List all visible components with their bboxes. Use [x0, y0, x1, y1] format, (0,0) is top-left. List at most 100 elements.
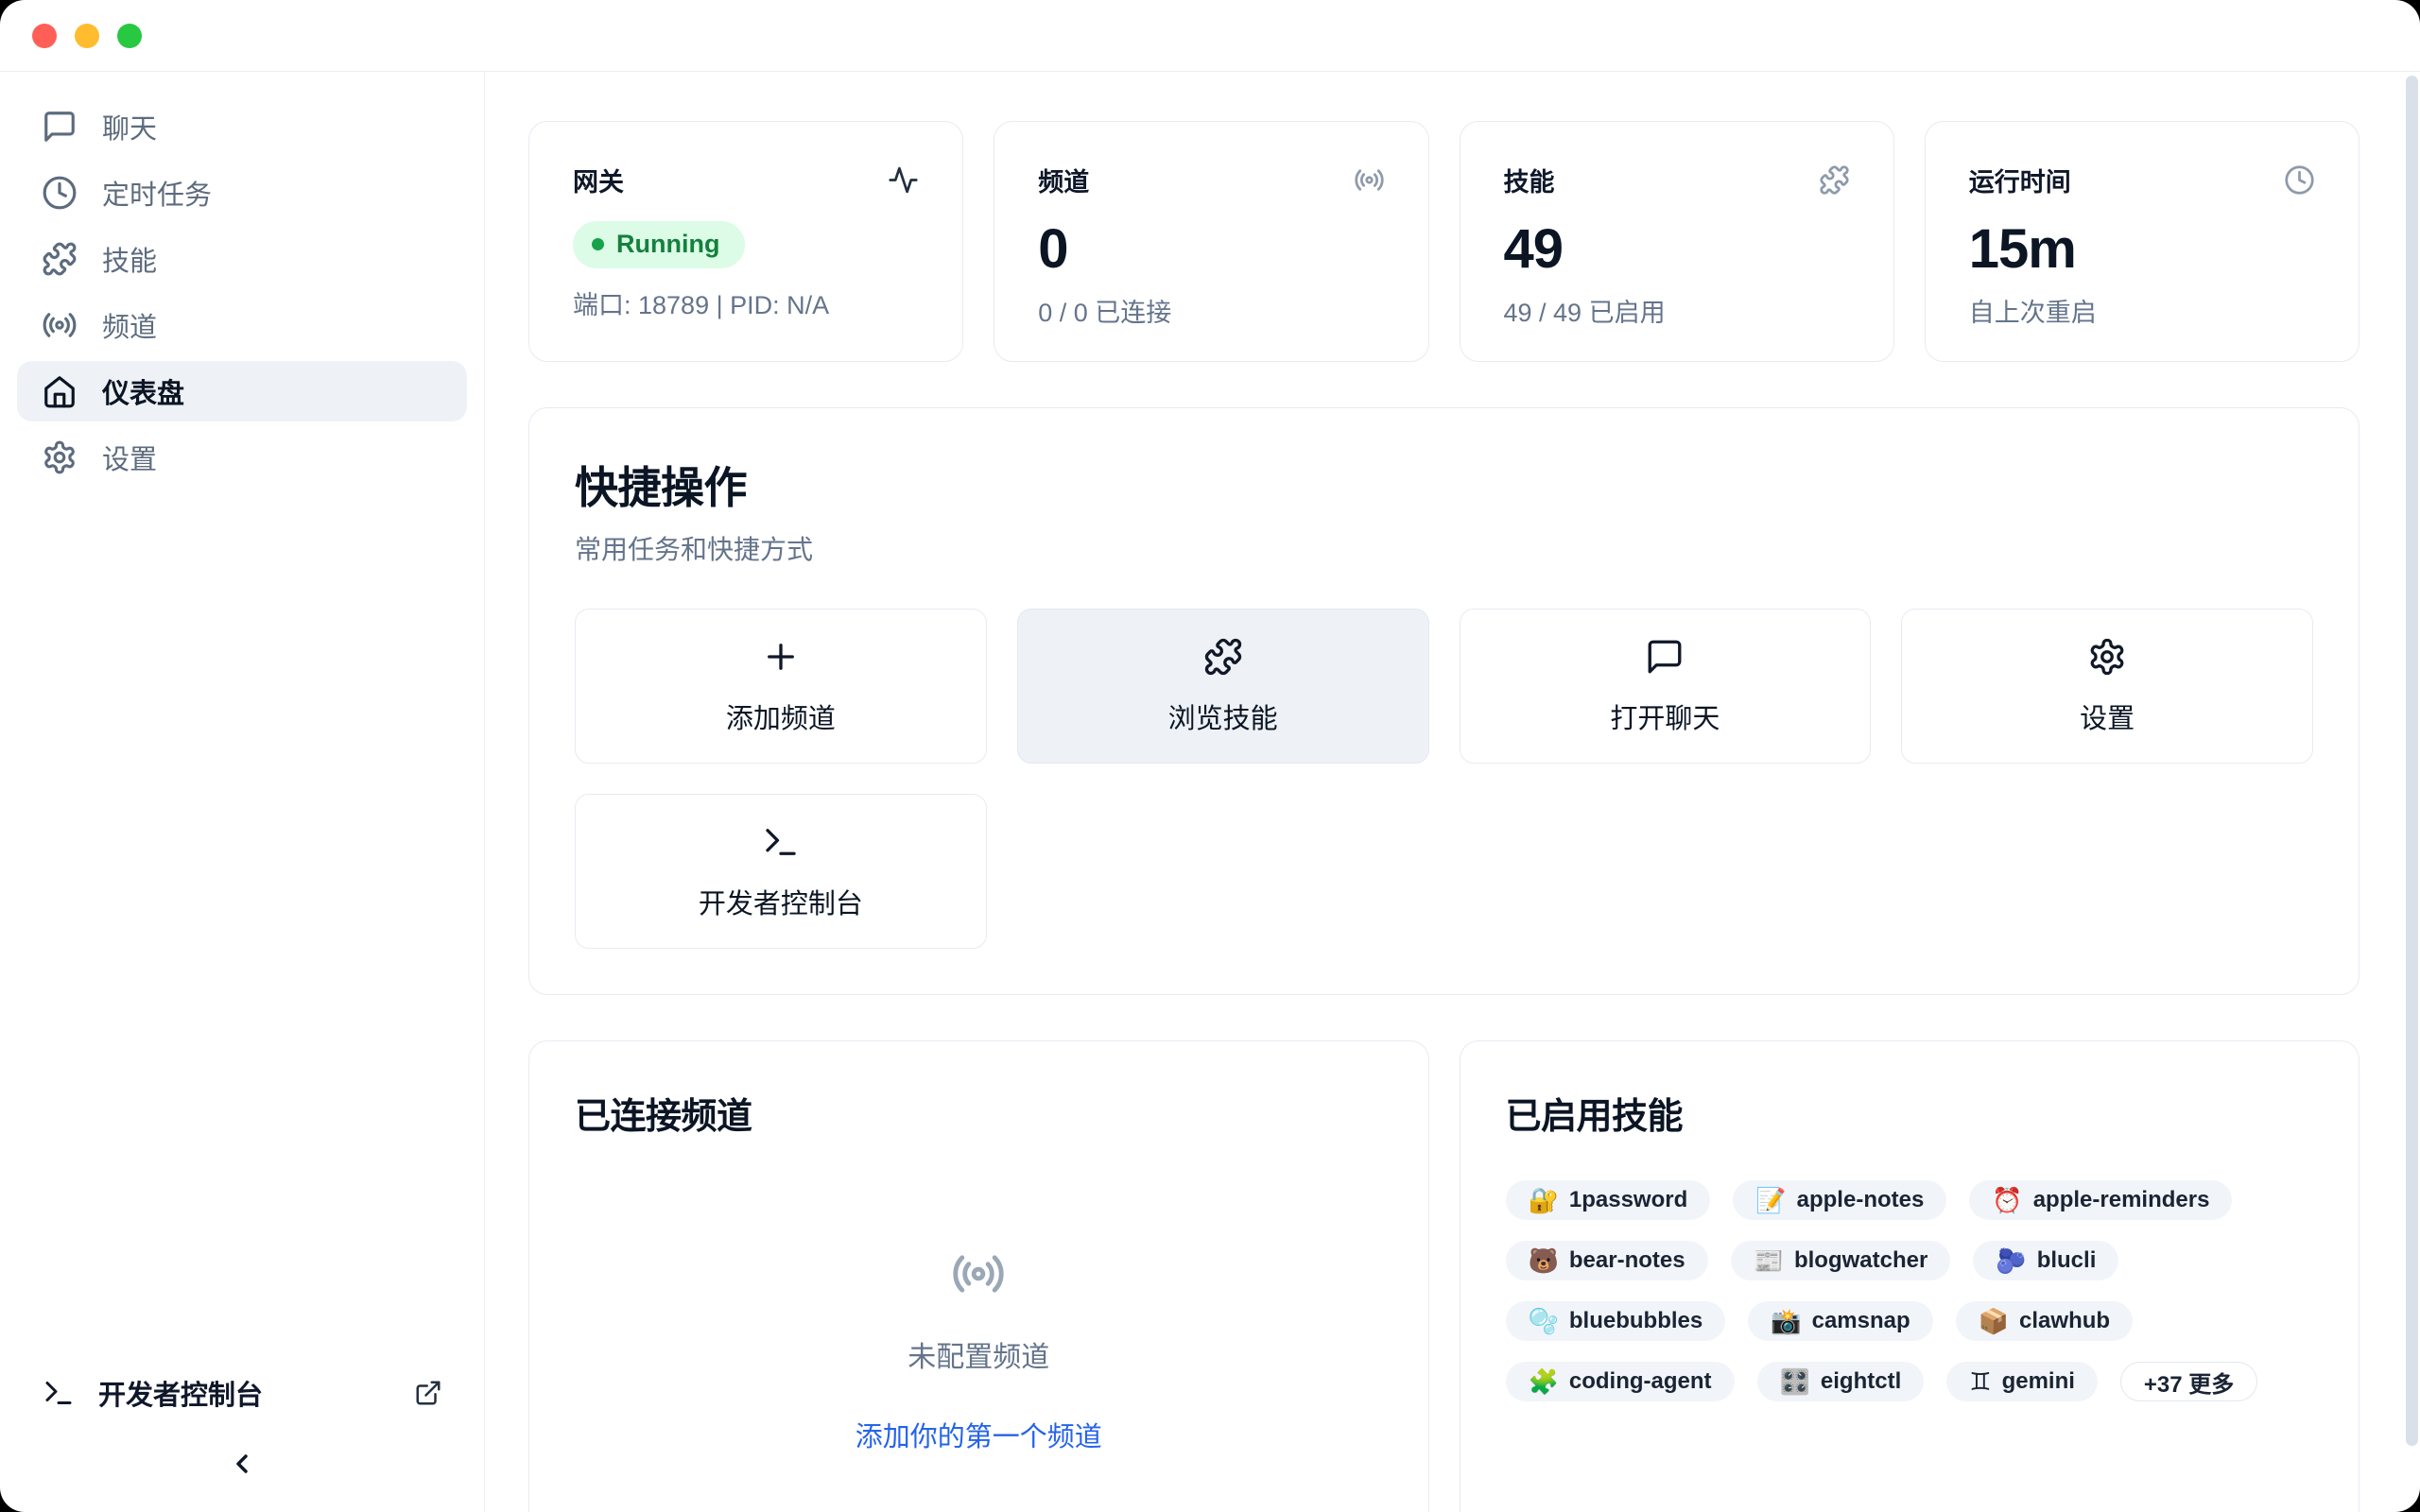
skill-emoji: 🐻 [1529, 1248, 1559, 1273]
quick-action-open-chat[interactable]: 打开聊天 [1460, 609, 1872, 764]
terminal-icon [761, 822, 801, 862]
radio-icon [951, 1246, 1006, 1301]
settings-icon [42, 439, 78, 475]
stat-value: 0 [1038, 221, 1384, 279]
bottom-row: 已连接频道 未配置频道 添加你的第一个频道 已启用技能 🔐 1password … [528, 1040, 2360, 1512]
skill-name: apple-reminders [2033, 1187, 2210, 1213]
add-first-channel-link[interactable]: 添加你的第一个频道 [856, 1415, 1102, 1454]
channels-empty-text: 未配置频道 [908, 1333, 1049, 1375]
status-dot [592, 238, 604, 250]
puzzle-icon [1819, 164, 1850, 196]
skill-name: camsnap [1812, 1308, 1910, 1334]
skill-chip-blogwatcher: 📰 blogwatcher [1731, 1241, 1951, 1280]
app-window: 聊天 定时任务 技能 频道 仪表盘 设置 开发者控制台 [0, 0, 2420, 1512]
traffic-light-close[interactable] [32, 24, 57, 48]
activity-icon [888, 164, 919, 196]
message-square-icon [1645, 637, 1685, 677]
title-bar [0, 0, 2420, 72]
sidebar-item-channels[interactable]: 频道 [17, 295, 467, 355]
skill-emoji: 🎛️ [1780, 1369, 1810, 1394]
status-label: Running [616, 230, 719, 259]
skill-chips: 🔐 1password 📝 apple-notes ⏰ apple-remind… [1506, 1180, 2314, 1401]
clock-icon [2284, 164, 2315, 196]
stat-title: 网关 [573, 162, 624, 198]
skill-chip-eightctl: 🎛️ eightctl [1757, 1362, 1925, 1401]
skill-chip-clawhub: 📦 clawhub [1956, 1301, 2133, 1341]
skill-name: coding-agent [1569, 1368, 1712, 1395]
sidebar-item-label: 仪表盘 [102, 371, 184, 411]
message-square-icon [42, 109, 78, 145]
sidebar-item-label: 技能 [102, 239, 157, 279]
skill-emoji: 🫐 [1996, 1248, 2026, 1273]
sidebar-nav: 聊天 定时任务 技能 频道 仪表盘 设置 [17, 96, 467, 493]
stat-detail: 端口: 18789 | PID: N/A [573, 284, 919, 321]
skill-chip-blucli: 🫐 blucli [1973, 1241, 2118, 1280]
enabled-skills-card: 已启用技能 🔐 1password 📝 apple-notes ⏰ apple-… [1460, 1040, 2360, 1512]
quick-actions-grid: 添加频道 浏览技能 打开聊天 设置 开发者控制台 [575, 609, 2313, 949]
stat-title: 频道 [1038, 162, 1089, 198]
external-link-icon [414, 1379, 442, 1407]
quick-action-label: 浏览技能 [1168, 696, 1278, 736]
skill-chip-coding-agent: 🧩 coding-agent [1506, 1362, 1735, 1401]
skill-name: clawhub [2019, 1308, 2110, 1334]
stat-detail: 49 / 49 已启用 [1504, 292, 1850, 329]
skill-name: apple-notes [1797, 1187, 1925, 1213]
quick-actions-title: 快捷操作 [575, 454, 2313, 516]
dev-console-label: 开发者控制台 [98, 1373, 263, 1413]
sidebar-item-dashboard[interactable]: 仪表盘 [17, 361, 467, 421]
skill-chip-bluebubbles: 🫧 bluebubbles [1506, 1301, 1726, 1341]
scrollbar-thumb[interactable] [2406, 76, 2418, 1446]
stat-value: 49 [1504, 221, 1850, 279]
sidebar-item-label: 频道 [102, 305, 157, 345]
stat-detail: 自上次重启 [1969, 292, 2315, 329]
clock-icon [42, 175, 78, 211]
skill-emoji: 📸 [1771, 1309, 1801, 1333]
stat-title: 运行时间 [1969, 162, 2071, 198]
sidebar-collapse-button[interactable] [17, 1431, 467, 1497]
sidebar-item-label: 设置 [102, 438, 157, 477]
skills-more-chip[interactable]: +37 更多 [2120, 1362, 2257, 1401]
chevron-left-icon [227, 1449, 257, 1479]
quick-actions-subtitle: 常用任务和快捷方式 [575, 529, 2313, 567]
quick-action-add-channel[interactable]: 添加频道 [575, 609, 987, 764]
sidebar-item-scheduled-tasks[interactable]: 定时任务 [17, 163, 467, 223]
sidebar-dev-console-button[interactable]: 开发者控制台 [17, 1363, 467, 1423]
stat-card-gateway: 网关 Running 端口: 18789 | PID: N/A [528, 121, 963, 362]
sidebar-item-label: 定时任务 [102, 173, 212, 213]
skill-emoji: 🧩 [1529, 1369, 1559, 1394]
skill-name: eightctl [1821, 1368, 1901, 1395]
sidebar-item-skills[interactable]: 技能 [17, 229, 467, 289]
traffic-light-zoom[interactable] [117, 24, 142, 48]
puzzle-icon [42, 241, 78, 277]
skill-emoji: 📝 [1755, 1188, 1786, 1212]
sidebar-item-settings[interactable]: 设置 [17, 427, 467, 488]
stat-value: 15m [1969, 221, 2315, 279]
skill-emoji: 🔐 [1529, 1188, 1559, 1212]
quick-actions-panel: 快捷操作 常用任务和快捷方式 添加频道 浏览技能 打开聊天 设置 开发者控制台 [528, 407, 2360, 995]
skill-name: blucli [2037, 1247, 2097, 1274]
channels-empty-state: 未配置频道 添加你的第一个频道 [575, 1139, 1383, 1512]
main-content: 网关 Running 端口: 18789 | PID: N/A 频道 0 0 /… [485, 72, 2420, 1512]
quick-action-label: 打开聊天 [1610, 696, 1720, 736]
sidebar-bottom: 开发者控制台 [17, 1363, 467, 1497]
sidebar-item-label: 聊天 [102, 107, 157, 146]
skills-more-label: +37 更多 [2144, 1366, 2234, 1399]
quick-action-settings[interactable]: 设置 [1901, 609, 2313, 764]
skill-emoji: 🫧 [1529, 1309, 1559, 1333]
connected-channels-title: 已连接频道 [575, 1087, 1383, 1139]
plus-icon [761, 637, 801, 677]
radio-icon [42, 307, 78, 343]
skill-name: bear-notes [1569, 1247, 1685, 1274]
quick-action-browse-skills[interactable]: 浏览技能 [1017, 609, 1429, 764]
home-icon [42, 373, 78, 409]
skill-emoji: 📦 [1979, 1309, 2009, 1333]
skill-chip-apple-reminders: ⏰ apple-reminders [1969, 1180, 2232, 1220]
quick-action-label: 添加频道 [726, 696, 836, 736]
quick-action-dev-console[interactable]: 开发者控制台 [575, 794, 987, 949]
sidebar-item-chat[interactable]: 聊天 [17, 96, 467, 157]
skill-chip-1password: 🔐 1password [1506, 1180, 1711, 1220]
skill-emoji: ⏰ [1992, 1188, 2022, 1212]
traffic-light-minimize[interactable] [75, 24, 99, 48]
stats-row: 网关 Running 端口: 18789 | PID: N/A 频道 0 0 /… [528, 121, 2360, 362]
skill-chip-apple-notes: 📝 apple-notes [1733, 1180, 1946, 1220]
